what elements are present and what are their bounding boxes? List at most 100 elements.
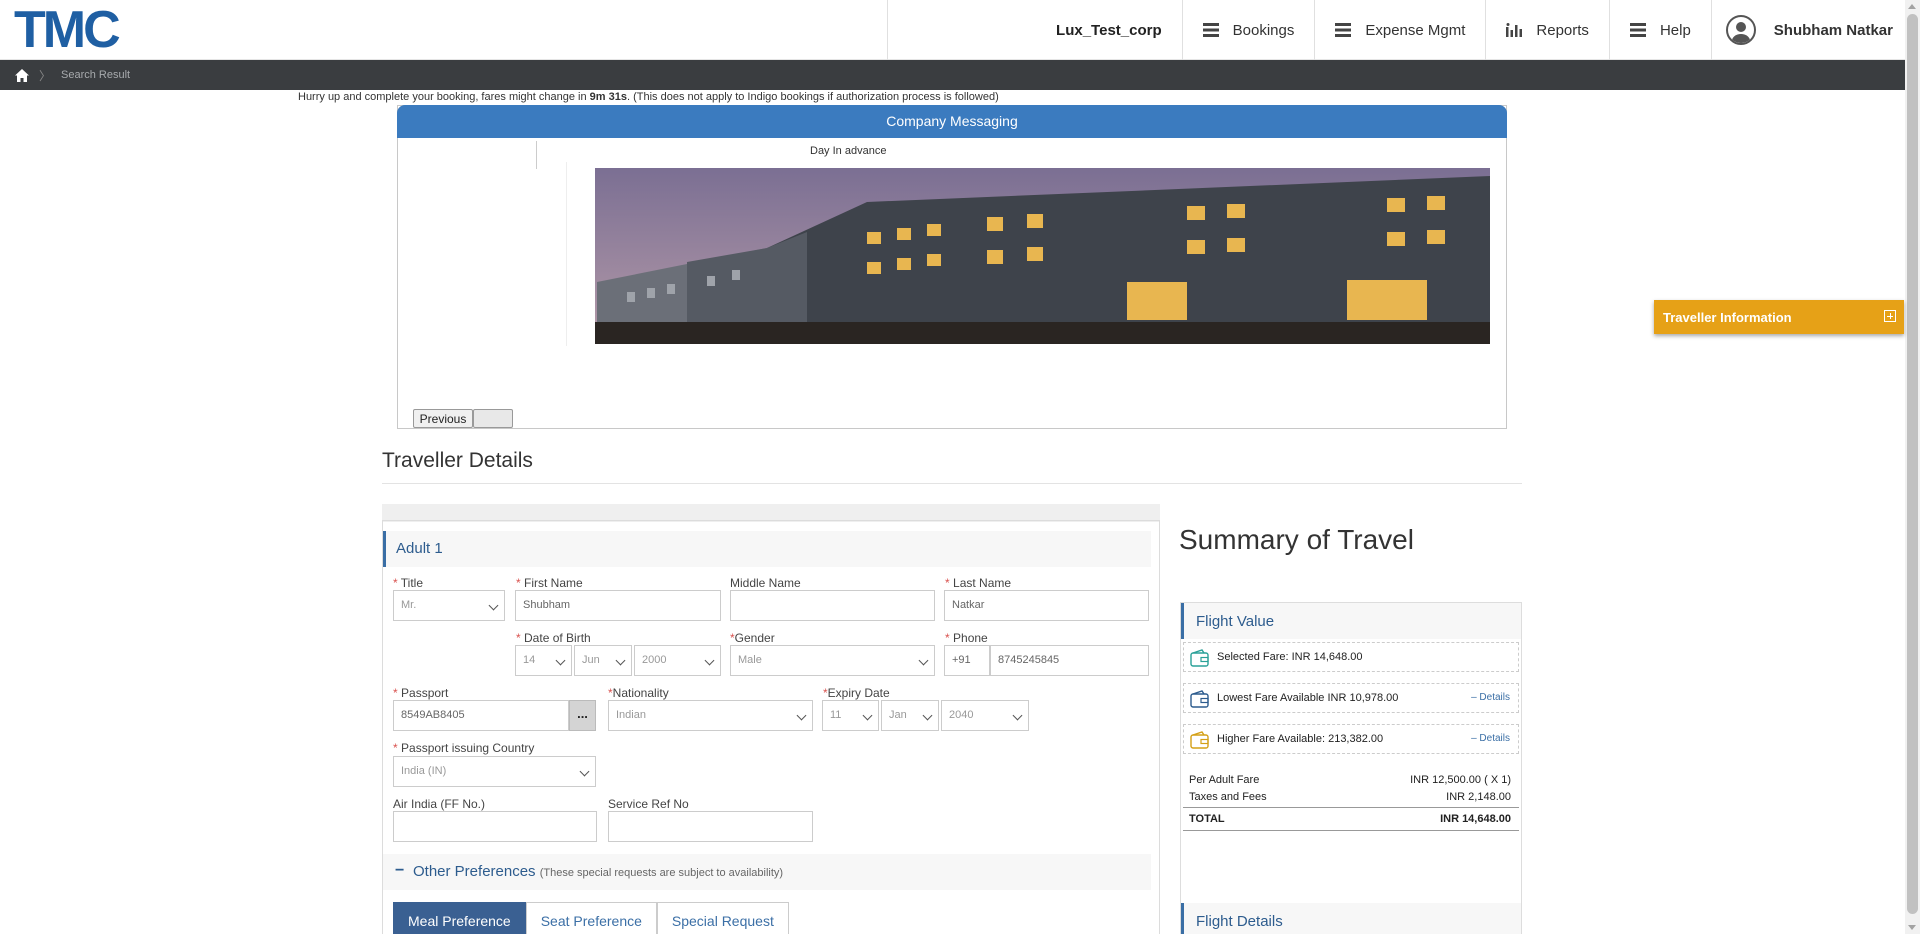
company-messaging-title: Company Messaging bbox=[397, 105, 1507, 138]
scrollbar-thumb[interactable] bbox=[1907, 14, 1918, 914]
phone-number-field[interactable]: 8745245845 bbox=[990, 645, 1149, 676]
wallet-icon bbox=[1190, 649, 1210, 670]
phone-label: * Phone bbox=[945, 631, 988, 645]
selected-fare-text: Selected Fare: INR 14,648.00 bbox=[1217, 651, 1363, 663]
tab-meal-preference[interactable]: Meal Preference bbox=[393, 902, 526, 934]
hotel-image bbox=[566, 162, 1490, 346]
lowest-fare-text: Lowest Fare Available INR 10,978.00 bbox=[1217, 692, 1399, 704]
flight-details-label: Flight Details bbox=[1196, 913, 1283, 930]
company-messaging-panel: Company Messaging Day In advance Previou… bbox=[397, 105, 1507, 429]
first-name-label: * First Name bbox=[516, 576, 583, 590]
top-nav: Lux_Test_corp Bookings Expense Mgmt Repo… bbox=[887, 0, 1905, 60]
divider bbox=[1183, 830, 1519, 831]
corp-name[interactable]: Lux_Test_corp bbox=[887, 0, 1182, 60]
slide-caption: Day In advance bbox=[810, 145, 887, 157]
preference-tabs: Meal Preference Seat Preference Special … bbox=[393, 902, 789, 934]
nav-expense-label: Expense Mgmt bbox=[1365, 21, 1466, 39]
menu-icon bbox=[1629, 23, 1646, 37]
wallet-icon bbox=[1190, 690, 1210, 711]
nationality-select[interactable]: Indian bbox=[608, 700, 813, 731]
traveller-form: Adult 1 * Title Mr. * First Name Shubham… bbox=[382, 520, 1160, 934]
breadcrumb-separator: 〉 bbox=[39, 68, 52, 83]
flight-value-label: Flight Value bbox=[1196, 613, 1275, 630]
other-preferences-title: Other Preferences (These special request… bbox=[413, 863, 784, 880]
ff-number-field[interactable] bbox=[393, 811, 597, 842]
passport-field[interactable]: 8549AB8405 bbox=[393, 700, 569, 731]
chevron-down-icon bbox=[862, 710, 873, 721]
tmc-logo[interactable]: TMC bbox=[14, 4, 121, 56]
expiry-date-label: *Expiry Date bbox=[823, 686, 890, 700]
passport-lookup-button[interactable]: ... bbox=[569, 700, 596, 731]
previous-button[interactable]: Previous bbox=[413, 409, 473, 428]
timer-prefix: Hurry up and complete your booking, fare… bbox=[298, 91, 590, 103]
chevron-down-icon bbox=[555, 655, 566, 666]
chevron-down-icon bbox=[579, 766, 590, 777]
adult-label: Adult 1 bbox=[396, 540, 443, 557]
nav-bookings[interactable]: Bookings bbox=[1181, 0, 1315, 60]
dob-year-select[interactable]: 2000 bbox=[634, 645, 721, 676]
nav-reports[interactable]: Reports bbox=[1485, 0, 1609, 60]
service-ref-field[interactable] bbox=[608, 811, 813, 842]
dob-day-select[interactable]: 14 bbox=[515, 645, 572, 676]
summary-title: Summary of Travel bbox=[1179, 524, 1414, 555]
higher-fare-details-link[interactable]: – Details bbox=[1471, 733, 1510, 744]
issuing-country-select[interactable]: India (IN) bbox=[393, 756, 596, 787]
bar-chart-icon bbox=[1506, 23, 1523, 37]
expiry-year-select[interactable]: 2040 bbox=[941, 700, 1029, 731]
scroll-up-arrow-icon[interactable] bbox=[1908, 4, 1916, 9]
gender-label: *Gender bbox=[730, 631, 775, 645]
nationality-label: *Nationality bbox=[608, 686, 669, 700]
menu-icon bbox=[1202, 23, 1219, 37]
gender-select[interactable]: Male bbox=[730, 645, 935, 676]
tab-seat-preference[interactable]: Seat Preference bbox=[525, 902, 657, 934]
service-ref-label: Service Ref No bbox=[608, 797, 689, 811]
other-preferences-toggle[interactable]: − Other Preferences (These special reque… bbox=[383, 854, 1151, 890]
user-name: Shubham Natkar bbox=[1773, 21, 1893, 39]
phone-code-field[interactable]: +91 bbox=[944, 645, 990, 676]
chevron-down-icon bbox=[704, 655, 715, 666]
dob-label: * Date of Birth bbox=[516, 631, 591, 645]
expand-icon[interactable] bbox=[1884, 310, 1896, 322]
total-row: TOTAL INR 14,648.00 bbox=[1189, 813, 1511, 825]
nav-bookings-label: Bookings bbox=[1232, 21, 1295, 39]
dob-month-select[interactable]: Jun bbox=[574, 645, 632, 676]
per-adult-fare-row: Per Adult Fare INR 12,500.00 ( X 1) bbox=[1189, 774, 1511, 786]
timer-countdown: 9m 31s bbox=[589, 91, 627, 103]
flight-details-header[interactable]: Flight Details bbox=[1181, 903, 1521, 934]
flight-value-header: Flight Value bbox=[1181, 603, 1521, 639]
divider bbox=[382, 483, 1522, 484]
fare-timer-notice: Hurry up and complete your booking, fare… bbox=[298, 91, 999, 103]
lowest-fare-row: Lowest Fare Available INR 10,978.00 – De… bbox=[1183, 683, 1519, 713]
last-name-label: * Last Name bbox=[945, 576, 1012, 590]
page-scrollbar[interactable] bbox=[1905, 0, 1920, 934]
lowest-fare-details-link[interactable]: – Details bbox=[1471, 692, 1510, 703]
selected-fare-row: Selected Fare: INR 14,648.00 bbox=[1183, 642, 1519, 672]
higher-fare-row: Higher Fare Available: 213,382.00 – Deta… bbox=[1183, 724, 1519, 754]
total-label: TOTAL bbox=[1189, 813, 1225, 825]
taxes-label: Taxes and Fees bbox=[1189, 791, 1267, 803]
chevron-down-icon bbox=[615, 655, 626, 666]
scroll-down-arrow-icon[interactable] bbox=[1908, 925, 1916, 930]
breadcrumb: 〉 Search Result bbox=[0, 60, 1905, 90]
middle-name-field[interactable] bbox=[730, 590, 935, 621]
expiry-month-select[interactable]: Jan bbox=[881, 700, 939, 731]
tab-special-request[interactable]: Special Request bbox=[656, 902, 789, 934]
summary-card: Flight Value Selected Fare: INR 14,648.0… bbox=[1180, 602, 1522, 934]
first-name-field[interactable]: Shubham bbox=[515, 590, 721, 621]
adult-header: Adult 1 bbox=[383, 531, 1151, 567]
title-select[interactable]: Mr. bbox=[393, 590, 505, 621]
traveller-information-panel[interactable]: Traveller Information bbox=[1654, 300, 1904, 334]
taxes-row: Taxes and Fees INR 2,148.00 bbox=[1189, 791, 1511, 803]
chevron-down-icon bbox=[796, 710, 807, 721]
chevron-down-icon bbox=[1012, 710, 1023, 721]
nav-expense-mgmt[interactable]: Expense Mgmt bbox=[1314, 0, 1485, 60]
nav-help[interactable]: Help bbox=[1608, 0, 1711, 60]
total-value: INR 14,648.00 bbox=[1440, 813, 1511, 825]
home-icon[interactable] bbox=[15, 68, 29, 82]
last-name-field[interactable]: Natkar bbox=[944, 590, 1149, 621]
expiry-day-select[interactable]: 11 bbox=[822, 700, 879, 731]
per-adult-value: INR 12,500.00 ( X 1) bbox=[1410, 774, 1511, 786]
next-button[interactable] bbox=[473, 409, 513, 428]
divider bbox=[1183, 807, 1519, 808]
user-menu[interactable]: Shubham Natkar bbox=[1710, 0, 1905, 60]
